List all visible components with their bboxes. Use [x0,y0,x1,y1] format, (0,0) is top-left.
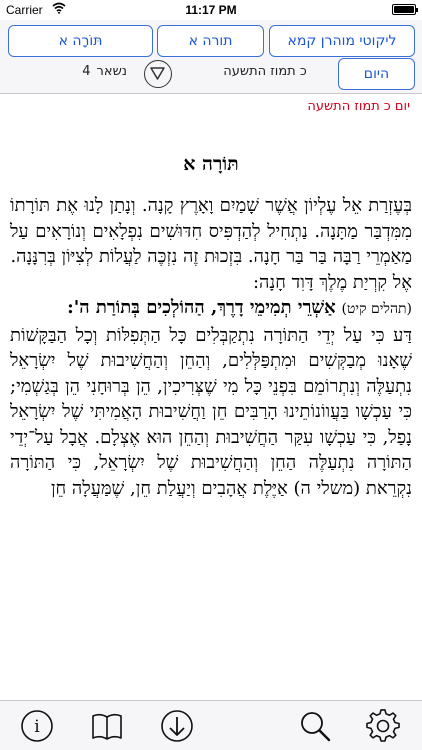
day-label: יום כ תמוז התשעה [307,99,410,114]
paragraph: אֶל קִרְיַת מֶלֶךְ דָּוִד חָנָה: [252,271,412,293]
paragraph: בְּעֶזְרַת אֵל עֶלְיוֹן אֲשֶׁר שָׁמַיִם … [10,195,412,267]
document-view[interactable]: תּוֹרָה א בְּעֶזְרַת אֵל עֶלְיוֹן אֲשֶׁר… [0,120,422,700]
today-button[interactable]: היום [338,58,415,90]
date-label: כ תמוז התשעה [223,64,307,79]
battery-icon [392,4,418,15]
remaining-label: נשאר 4 [20,64,130,79]
remaining-count: 4 [82,64,91,79]
svg-text:i: i [34,717,40,737]
search-button[interactable] [298,709,332,743]
verse-line: (תהלים קיט) אַשְׁרֵי תְמִימֵי דָרֶךְ, הַ… [10,295,412,323]
status-time: 11:17 PM [185,3,237,17]
document-title: תּוֹרָה א [183,153,239,175]
torah-alef-button[interactable]: תּוֹרָה א [8,25,153,57]
download-button[interactable] [160,709,194,743]
bottom-toolbar: i [0,700,422,750]
book-icon [92,713,122,740]
date-dropdown-button[interactable] [144,60,172,88]
download-icon [161,710,193,742]
status-bar: Carrier 11:17 PM [0,0,422,20]
citation: (תהלים קיט) [341,301,412,317]
navigation-bar: ליקוטי מוהרן קמא תורה א תּוֹרָה א היום כ… [0,20,422,94]
search-icon [301,712,331,742]
remaining-prefix: נשאר [96,64,127,79]
document-body: בְּעֶזְרַת אֵל עֶלְיוֹן אֲשֶׁר שָׁמַיִם … [10,193,412,501]
book-button[interactable] [90,709,124,743]
gear-icon [366,709,400,742]
torah-button[interactable]: תורה א [157,25,264,57]
collection-button[interactable]: ליקוטי מוהרן קמא [269,25,415,57]
settings-button[interactable] [366,709,400,743]
triangle-down-icon [150,67,165,80]
paragraph: דַּע כִּי עַל יְדֵי הַתּוֹרָה נִתְקַבְּל… [10,324,412,499]
info-icon: i [21,710,53,742]
info-button[interactable]: i [20,709,54,743]
verse-text: אַשְׁרֵי תְמִימֵי דָרֶךְ, הַהוֹלְכִים בְ… [67,297,336,318]
